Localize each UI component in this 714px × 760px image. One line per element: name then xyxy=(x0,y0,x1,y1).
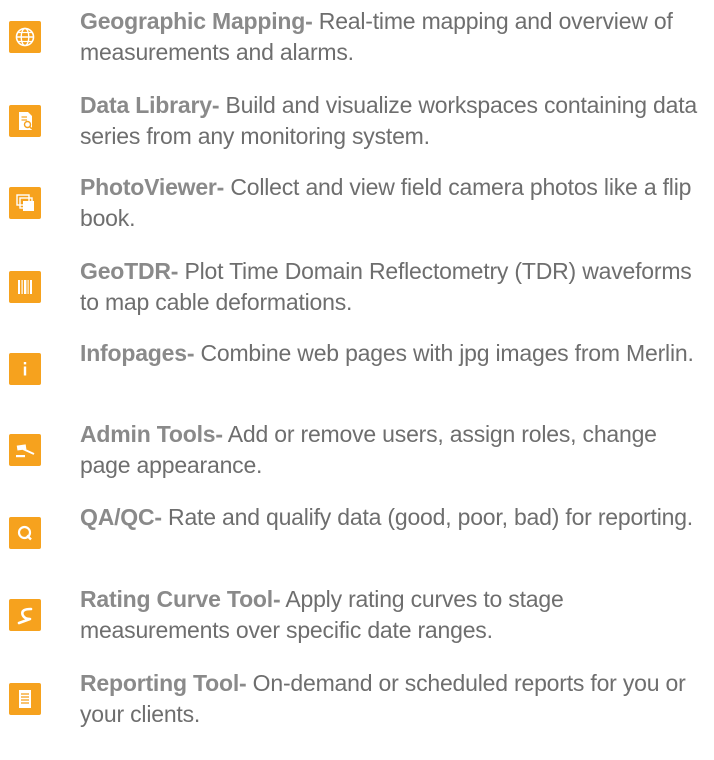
photo-stack-icon xyxy=(9,187,41,219)
feature-title: Data Library- xyxy=(80,92,220,118)
feature-text: Admin Tools- Add or remove users, assign… xyxy=(80,419,710,481)
feature-title: GeoTDR- xyxy=(80,258,179,284)
feature-text: Reporting Tool- On-demand or scheduled r… xyxy=(80,668,710,730)
feature-item-rating-curve-tool: Rating Curve Tool- Apply rating curves t… xyxy=(0,584,714,652)
feature-item-photoviewer: PhotoViewer- Collect and view field came… xyxy=(0,172,714,240)
feature-title: PhotoViewer- xyxy=(80,174,225,200)
feature-text: GeoTDR- Plot Time Domain Reflectometry (… xyxy=(80,256,710,318)
feature-text: QA/QC- Rate and qualify data (good, poor… xyxy=(80,502,710,533)
feature-text: PhotoViewer- Collect and view field came… xyxy=(80,172,710,234)
feature-item-qa-qc: QA/QC- Rate and qualify data (good, poor… xyxy=(0,502,714,570)
waveform-bars-icon xyxy=(9,271,41,303)
feature-text: Rating Curve Tool- Apply rating curves t… xyxy=(80,584,710,646)
gavel-icon xyxy=(9,434,41,466)
feature-item-infopages: Infopages- Combine web pages with jpg im… xyxy=(0,338,714,406)
feature-title: QA/QC- xyxy=(80,504,162,530)
feature-list: Geographic Mapping- Real-time mapping an… xyxy=(0,0,714,760)
feature-title: Admin Tools- xyxy=(80,421,223,447)
document-search-icon xyxy=(9,105,41,137)
info-icon xyxy=(9,353,41,385)
feature-item-reporting-tool: Reporting Tool- On-demand or scheduled r… xyxy=(0,668,714,736)
feature-title: Reporting Tool- xyxy=(80,670,247,696)
feature-text: Infopages- Combine web pages with jpg im… xyxy=(80,338,710,369)
feature-description: Rate and qualify data (good, poor, bad) … xyxy=(161,504,693,530)
report-lines-icon xyxy=(9,683,41,715)
feature-title: Rating Curve Tool- xyxy=(80,586,281,612)
feature-item-geotdr: GeoTDR- Plot Time Domain Reflectometry (… xyxy=(0,256,714,324)
feature-description: Combine web pages with jpg images from M… xyxy=(194,340,694,366)
feature-item-admin-tools: Admin Tools- Add or remove users, assign… xyxy=(0,419,714,487)
feature-text: Geographic Mapping- Real-time mapping an… xyxy=(80,6,710,68)
globe-icon xyxy=(9,21,41,53)
q-letter-icon xyxy=(9,517,41,549)
feature-title: Infopages- xyxy=(80,340,195,366)
feature-item-data-library: Data Library- Build and visualize worksp… xyxy=(0,90,714,158)
s-curve-icon xyxy=(9,599,41,631)
feature-item-geographic-mapping: Geographic Mapping- Real-time mapping an… xyxy=(0,6,714,74)
feature-text: Data Library- Build and visualize worksp… xyxy=(80,90,710,152)
feature-title: Geographic Mapping- xyxy=(80,8,313,34)
